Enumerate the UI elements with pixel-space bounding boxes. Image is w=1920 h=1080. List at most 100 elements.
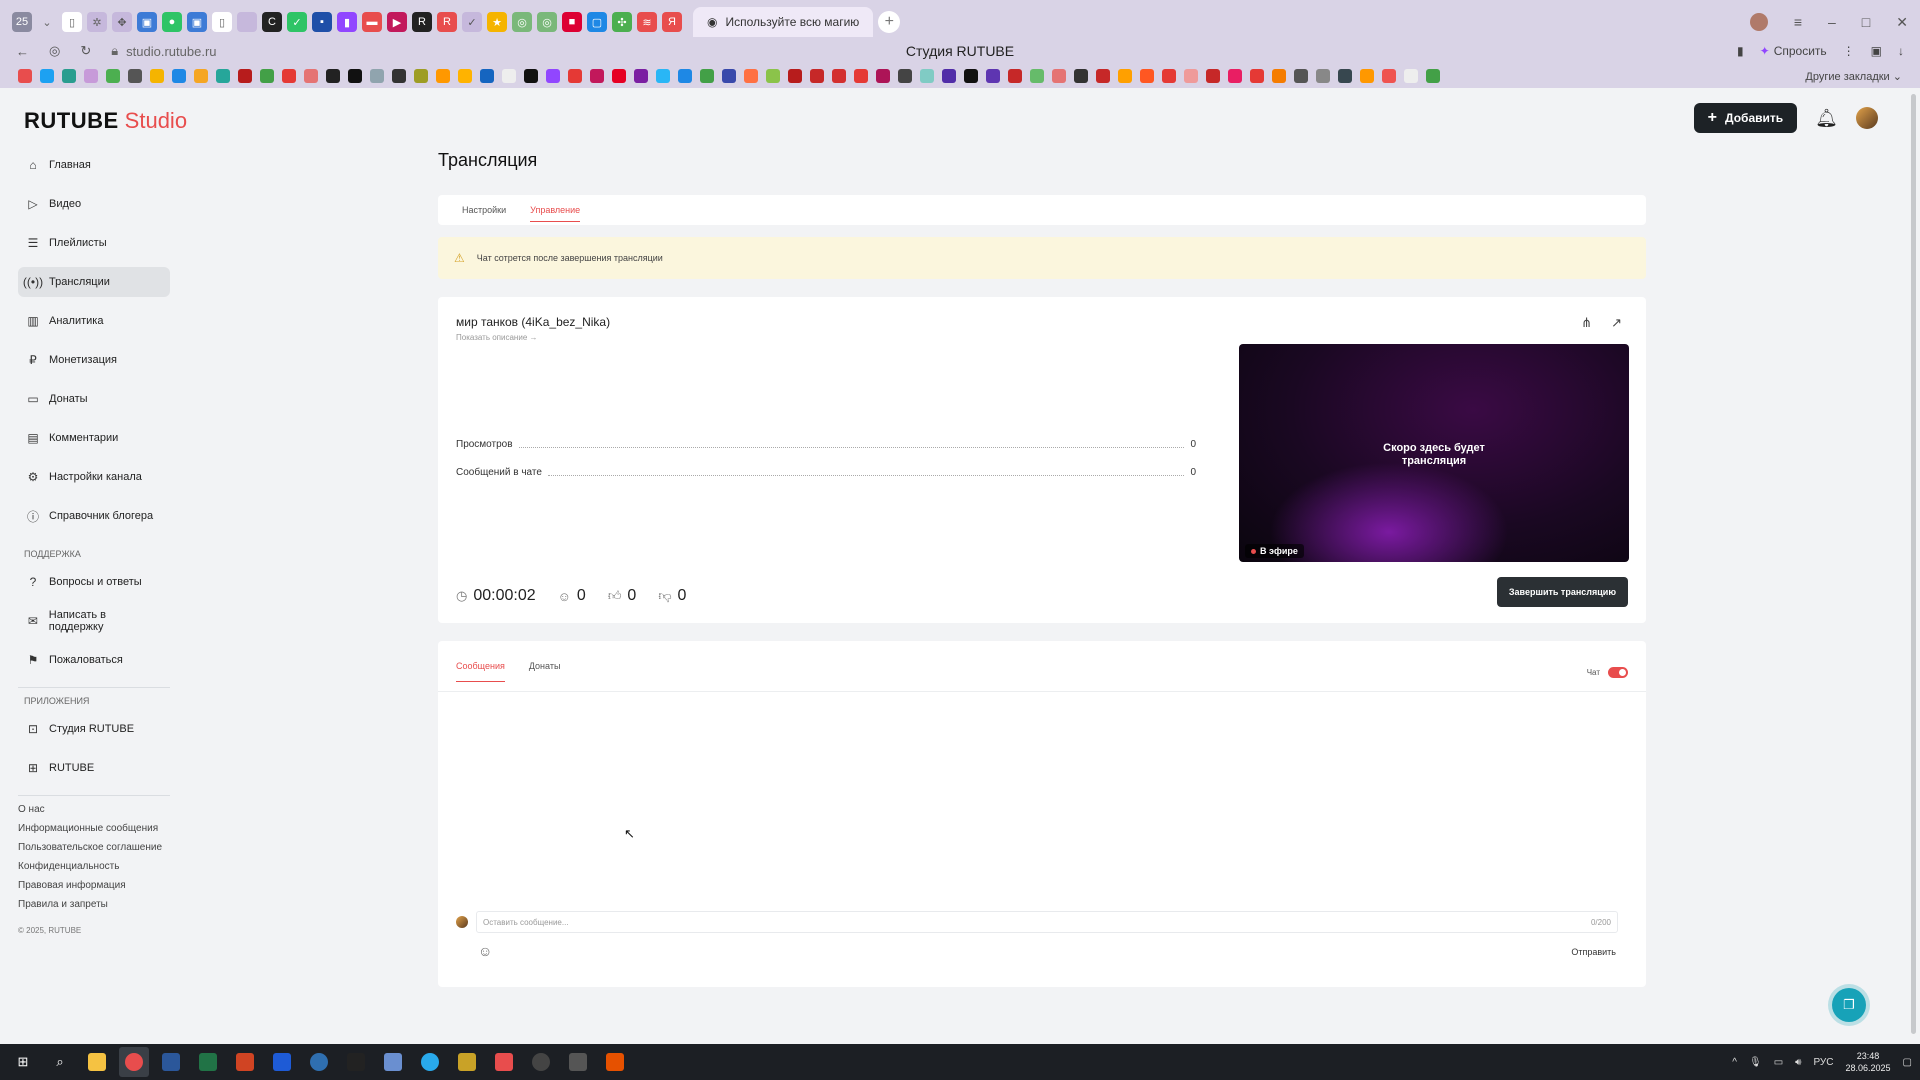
yandex-icon[interactable]: [489, 1047, 519, 1077]
sidebar-item-donations[interactable]: ▭ Донаты: [18, 384, 170, 414]
bookmark-item[interactable]: [326, 69, 340, 83]
end-stream-button[interactable]: Завершить трансляцию: [1496, 577, 1628, 607]
bookmark-item[interactable]: [612, 69, 626, 83]
search-icon[interactable]: ⌕: [45, 1047, 75, 1077]
sidebar-item-report[interactable]: ⚑ Пожаловаться: [18, 645, 170, 675]
tab-favicon[interactable]: C: [262, 12, 282, 32]
footer-link-privacy[interactable]: Конфиденциальность: [18, 861, 170, 880]
app-icon[interactable]: [378, 1047, 408, 1077]
footer-link-user-agreement[interactable]: Пользовательское соглашение: [18, 842, 170, 861]
tab-settings[interactable]: Настройки: [462, 205, 506, 215]
bookmark-item[interactable]: [590, 69, 604, 83]
extensions-icon[interactable]: ▣: [1871, 44, 1882, 58]
app-logo[interactable]: RUTUBE Studio: [24, 108, 187, 134]
download-icon[interactable]: ↓: [1898, 44, 1904, 58]
stream-preview[interactable]: Скоро здесь будет трансляция В эфире: [1239, 344, 1629, 562]
bookmark-item[interactable]: [832, 69, 846, 83]
avatar[interactable]: [1856, 107, 1878, 129]
tab-favicon[interactable]: ●: [162, 12, 182, 32]
yandex-icon[interactable]: ◎: [49, 43, 60, 59]
bookmark-item[interactable]: [392, 69, 406, 83]
windows-start-icon[interactable]: ⊞: [8, 1047, 38, 1077]
show-description-link[interactable]: Показать описание →: [456, 333, 538, 342]
file-explorer-icon[interactable]: [82, 1047, 112, 1077]
footer-link-legal[interactable]: Правовая информация: [18, 880, 170, 899]
menu-icon[interactable]: ≡: [1794, 14, 1802, 30]
bookmark-item[interactable]: [436, 69, 450, 83]
reload-icon[interactable]: ↻: [80, 43, 91, 59]
terminal-icon[interactable]: [341, 1047, 371, 1077]
network-icon[interactable]: ▭: [1774, 1057, 1783, 1068]
bookmark-item[interactable]: [1184, 69, 1198, 83]
emoji-icon[interactable]: ☺: [478, 943, 492, 959]
tab-favicon[interactable]: [237, 12, 257, 32]
chevron-down-icon[interactable]: ⌄: [37, 12, 57, 32]
tab-management[interactable]: Управление: [530, 205, 581, 222]
tab-favicon[interactable]: ✥: [112, 12, 132, 32]
bookmark-item[interactable]: [986, 69, 1000, 83]
bookmark-item[interactable]: [656, 69, 670, 83]
footer-link-rules[interactable]: Правила и запреты: [18, 899, 170, 918]
bookmark-item[interactable]: [370, 69, 384, 83]
app-icon[interactable]: [600, 1047, 630, 1077]
back-icon[interactable]: ←: [16, 44, 29, 59]
sidebar-item-video[interactable]: ▷ Видео: [18, 189, 170, 219]
active-tab[interactable]: ◉ Используйте всю магию: [693, 7, 874, 37]
new-tab-button[interactable]: +: [878, 11, 901, 33]
chat-toggle[interactable]: Чат: [1587, 667, 1628, 678]
tab-favicon[interactable]: ★: [487, 12, 507, 32]
bookmark-item[interactable]: [238, 69, 252, 83]
tab-favicon[interactable]: ✓: [287, 12, 307, 32]
language-indicator[interactable]: РУС: [1813, 1057, 1833, 1068]
bookmark-item[interactable]: [502, 69, 516, 83]
sidebar-item-write-support[interactable]: ✉ Написать в поддержку: [18, 606, 170, 636]
close-button[interactable]: ✕: [1896, 14, 1908, 31]
powerpoint-icon[interactable]: [230, 1047, 260, 1077]
tab-favicon[interactable]: ≋: [637, 12, 657, 32]
help-chat-button[interactable]: ❐: [1832, 988, 1866, 1022]
tab-favicon[interactable]: ▢: [587, 12, 607, 32]
bookmark-item[interactable]: [150, 69, 164, 83]
tab-favicon[interactable]: ▯: [62, 12, 82, 32]
tab-favicon[interactable]: ◎: [537, 12, 557, 32]
tab-favicon[interactable]: ▯: [212, 12, 232, 32]
bookmark-item[interactable]: [788, 69, 802, 83]
bookmark-item[interactable]: [1382, 69, 1396, 83]
tab-favicon[interactable]: ▮: [337, 12, 357, 32]
bookmark-item[interactable]: [304, 69, 318, 83]
volume-icon[interactable]: 🔊︎: [1795, 1057, 1801, 1068]
bookmark-item[interactable]: [106, 69, 120, 83]
bookmark-item[interactable]: [744, 69, 758, 83]
sidebar-item-home[interactable]: ⌂ Главная: [18, 150, 170, 180]
bookmark-item[interactable]: [1426, 69, 1440, 83]
tab-favicon[interactable]: R: [437, 12, 457, 32]
bell-icon[interactable]: 🔔︎: [1815, 108, 1838, 129]
bookmark-item[interactable]: [458, 69, 472, 83]
url-field[interactable]: 🔒︎ studio.rutube.ru: [111, 43, 216, 59]
bookmark-item[interactable]: [942, 69, 956, 83]
tab-favicon[interactable]: ▣: [137, 12, 157, 32]
profile-avatar[interactable]: [1749, 13, 1768, 31]
tab-favicon[interactable]: ✲: [87, 12, 107, 32]
bookmark-item[interactable]: [172, 69, 186, 83]
sidebar-item-broadcasts[interactable]: ((•)) Трансляции: [18, 267, 170, 297]
bookmark-item[interactable]: [546, 69, 560, 83]
bookmark-item[interactable]: [62, 69, 76, 83]
bookmark-item[interactable]: [1228, 69, 1242, 83]
send-button[interactable]: Отправить: [1571, 947, 1616, 957]
bookmark-item[interactable]: [876, 69, 890, 83]
bookmark-item[interactable]: [1316, 69, 1330, 83]
tab-donations[interactable]: Донаты: [529, 661, 561, 682]
bookmark-item[interactable]: [1338, 69, 1352, 83]
toggle-switch[interactable]: [1608, 667, 1628, 678]
bookmark-item[interactable]: [260, 69, 274, 83]
bookmark-item[interactable]: [634, 69, 648, 83]
bookmark-item[interactable]: [766, 69, 780, 83]
word-icon[interactable]: [156, 1047, 186, 1077]
bookmark-icon[interactable]: ▮: [1737, 44, 1744, 58]
bookmark-item[interactable]: [1294, 69, 1308, 83]
external-link-icon[interactable]: ↗: [1611, 315, 1622, 331]
sidebar-item-comments[interactable]: ▤ Комментарии: [18, 423, 170, 453]
bookmark-item[interactable]: [1140, 69, 1154, 83]
bookmark-item[interactable]: [1206, 69, 1220, 83]
